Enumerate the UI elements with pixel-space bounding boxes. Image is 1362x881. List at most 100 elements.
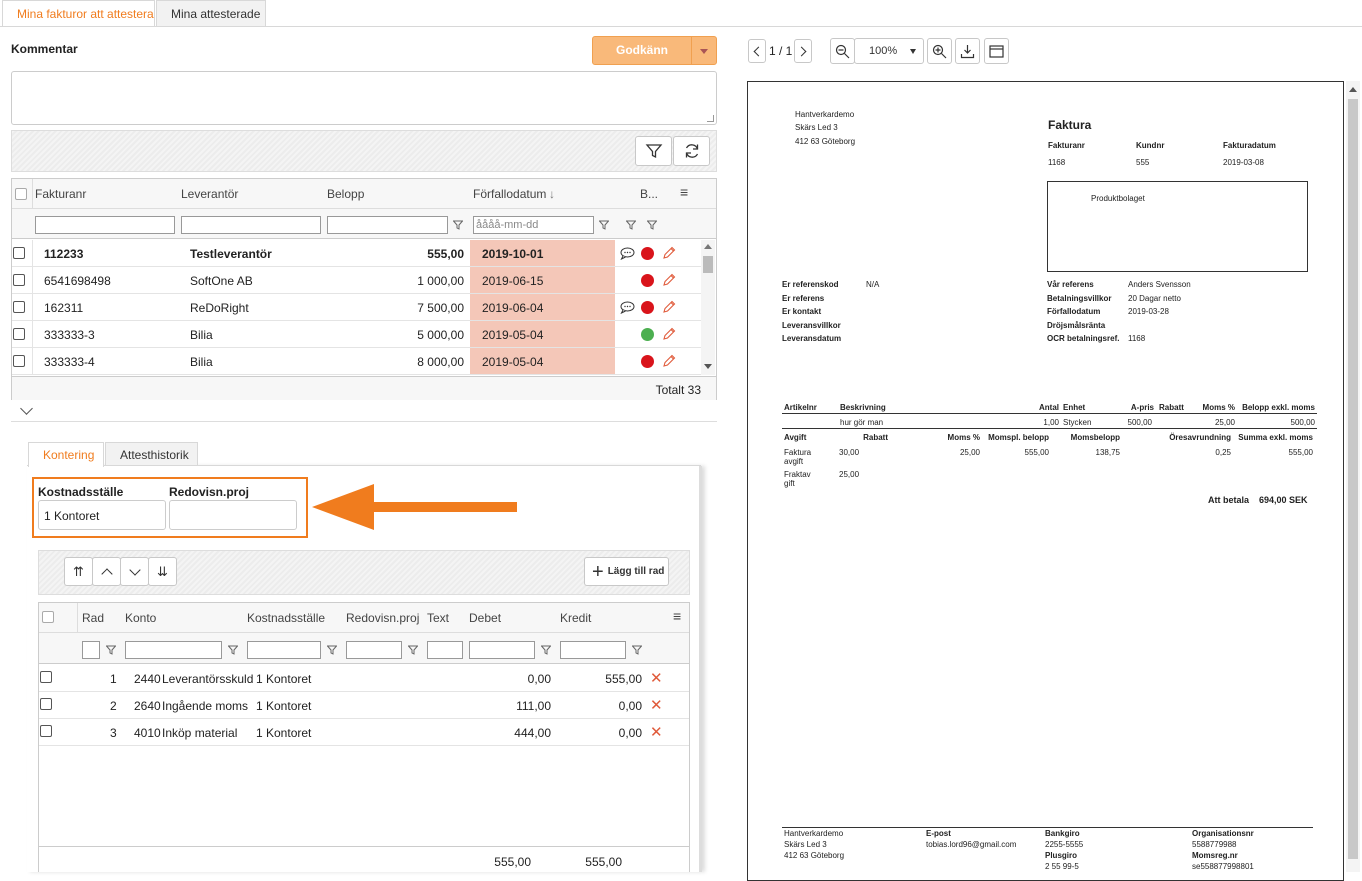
comment-icon[interactable] — [620, 301, 635, 314]
move-up-button[interactable] — [92, 557, 121, 586]
comment-icon[interactable] — [620, 247, 635, 260]
filter-button[interactable] — [635, 136, 672, 166]
cell-rad: 1 — [110, 672, 117, 686]
cell-kredit: 0,00 — [618, 726, 642, 740]
filter-rad[interactable] — [82, 641, 100, 659]
filter-belopp[interactable] — [327, 216, 448, 234]
filter-icon[interactable] — [106, 645, 116, 655]
table-row[interactable]: 333333-4 Bilia 8 000,00 2019-05-04 — [12, 348, 701, 375]
zoom-out-button[interactable] — [830, 38, 855, 64]
download-button[interactable] — [955, 38, 980, 64]
filter-icon[interactable] — [632, 645, 642, 655]
edit-pencil-icon[interactable] — [662, 246, 676, 260]
col-rad[interactable]: Rad — [82, 611, 104, 625]
filter-proj[interactable] — [346, 641, 402, 659]
filter-kredit[interactable] — [560, 641, 626, 659]
row-checkbox[interactable] — [13, 328, 25, 340]
col-belopp[interactable]: Belopp — [327, 187, 364, 201]
col-b[interactable]: B... — [640, 187, 658, 201]
kontering-row[interactable]: 1 2440 Leverantörsskuld 1 Kontoret 0,00 555,0… — [39, 665, 689, 692]
tab-mina-fakturor[interactable]: Mina fakturor att attestera — [2, 0, 155, 27]
scroll-up-icon[interactable] — [704, 244, 712, 249]
table-row[interactable]: 6541698498 SoftOne AB 1 000,00 2019-06-15 — [12, 267, 701, 294]
edit-pencil-icon[interactable] — [662, 273, 676, 287]
delete-row-icon[interactable]: ✕ — [650, 696, 663, 714]
filter-icon[interactable] — [647, 220, 657, 230]
col-leverantor[interactable]: Leverantör — [181, 187, 238, 201]
approve-button[interactable]: Godkänn — [592, 36, 692, 65]
select-all-checkbox[interactable] — [15, 188, 27, 200]
col-kst[interactable]: Kostnadsställe — [247, 611, 325, 625]
table-row[interactable]: 162311 ReDoRight 7 500,00 2019-06-04 — [12, 294, 701, 321]
kst-input[interactable]: 1 Kontoret — [38, 500, 166, 530]
delete-row-icon[interactable]: ✕ — [650, 723, 663, 741]
filter-konto[interactable] — [125, 641, 222, 659]
scroll-thumb[interactable] — [1348, 99, 1358, 859]
next-page-button[interactable] — [794, 39, 812, 63]
select-all-checkbox[interactable] — [42, 611, 54, 623]
filter-leverantor[interactable] — [181, 216, 321, 234]
tab-attesthistorik[interactable]: Attesthistorik — [105, 442, 198, 465]
viewer-scrollbar[interactable] — [1346, 81, 1360, 872]
col-kredit[interactable]: Kredit — [560, 611, 591, 625]
delete-row-icon[interactable]: ✕ — [650, 669, 663, 687]
filter-kst[interactable] — [247, 641, 321, 659]
move-down-button[interactable] — [120, 557, 149, 586]
collapse-chevron-icon[interactable] — [20, 402, 33, 415]
col-proj[interactable]: Redovisn.proj — [346, 611, 419, 625]
filter-icon[interactable] — [327, 645, 337, 655]
kontering-header: Rad Konto Kostnadsställe Redovisn.proj T… — [39, 603, 689, 633]
scroll-thumb[interactable] — [703, 256, 713, 273]
approve-dropdown-button[interactable] — [691, 36, 717, 65]
filter-icon[interactable] — [541, 645, 551, 655]
edit-pencil-icon[interactable] — [662, 327, 676, 341]
kontering-row[interactable]: 3 4010 Inköp material 1 Kontoret 444,00 0,00 ✕ — [39, 719, 689, 746]
row-checkbox[interactable] — [40, 671, 52, 683]
col-debet[interactable]: Debet — [469, 611, 501, 625]
row-checkbox[interactable] — [13, 247, 25, 259]
tab-mina-attesterade[interactable]: Mina attesterade — [156, 0, 266, 26]
filter-icon[interactable] — [626, 220, 636, 230]
tab-kontering[interactable]: Kontering — [28, 442, 104, 467]
move-top-button[interactable]: ⇈ — [64, 557, 93, 586]
fee-label: avgift — [784, 457, 804, 466]
col-forfallodatum[interactable]: Förfallodatum — [473, 187, 546, 201]
edit-pencil-icon[interactable] — [662, 300, 676, 314]
filter-fakturanr[interactable] — [35, 216, 175, 234]
refresh-button[interactable] — [673, 136, 710, 166]
zoom-select[interactable]: 100% — [854, 38, 924, 64]
table-row[interactable]: 112233 Testleverantör 555,00 2019-10-01 — [12, 240, 701, 267]
col-fakturanr[interactable]: Fakturanr — [35, 187, 86, 201]
move-bottom-button[interactable]: ⇊ — [148, 557, 177, 586]
table-row[interactable]: 333333-3 Bilia 5 000,00 2019-05-04 — [12, 321, 701, 348]
col-text[interactable]: Text — [427, 611, 449, 625]
comment-textarea[interactable] — [11, 71, 717, 125]
edit-pencil-icon[interactable] — [662, 354, 676, 368]
row-checkbox[interactable] — [13, 355, 25, 367]
row-checkbox[interactable] — [40, 725, 52, 737]
row-checkbox[interactable] — [40, 698, 52, 710]
filter-icon[interactable] — [599, 220, 609, 230]
filter-text[interactable] — [427, 641, 463, 659]
column-menu-icon[interactable]: ≡ — [680, 184, 688, 200]
row-checkbox[interactable] — [13, 301, 25, 313]
cell-forfallodatum: 2019-06-15 — [482, 274, 544, 288]
col-konto[interactable]: Konto — [125, 611, 156, 625]
zoom-in-button[interactable] — [927, 38, 952, 64]
add-row-button[interactable]: + Lägg till rad — [584, 557, 669, 586]
filter-icon[interactable] — [228, 645, 238, 655]
prev-page-button[interactable] — [748, 39, 766, 63]
scroll-up-icon[interactable] — [1349, 87, 1357, 92]
proj-input[interactable] — [169, 500, 297, 530]
fullscreen-button[interactable] — [984, 38, 1009, 64]
grid-scrollbar[interactable] — [701, 240, 715, 375]
kontering-row[interactable]: 2 2640 Ingående moms 1 Kontoret 111,00 0,00 ✕ — [39, 692, 689, 719]
column-menu-icon[interactable]: ≡ — [673, 608, 681, 624]
filter-icon[interactable] — [453, 220, 463, 230]
filter-icon[interactable] — [408, 645, 418, 655]
filter-forfallodatum[interactable]: åååå-mm-dd — [473, 216, 594, 234]
scroll-down-icon[interactable] — [704, 364, 712, 369]
filter-debet[interactable] — [469, 641, 535, 659]
row-checkbox[interactable] — [13, 274, 25, 286]
footer-addr-street: Skärs Led 3 — [784, 840, 827, 849]
